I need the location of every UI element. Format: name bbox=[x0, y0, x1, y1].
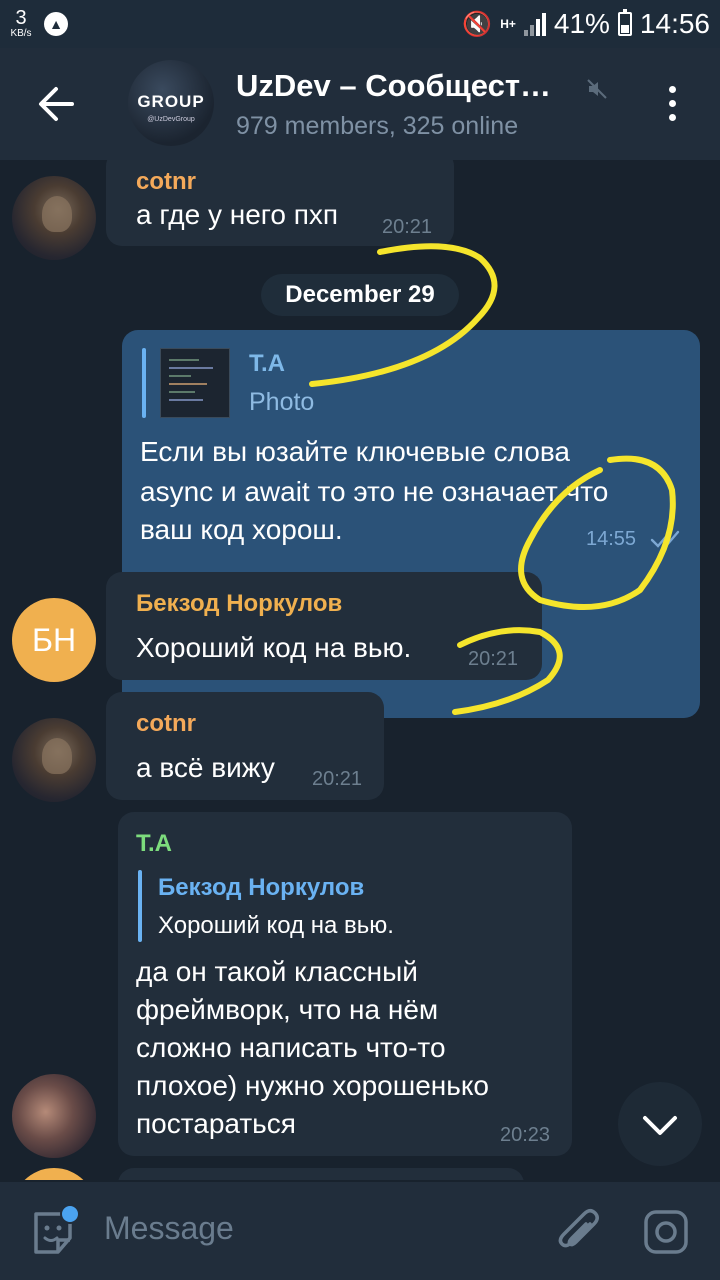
message-bubble[interactable]: T.A Бекзод Норкулов Хороший код на вью. … bbox=[118, 812, 572, 1156]
avatar[interactable]: БН bbox=[12, 598, 96, 682]
dot-icon bbox=[669, 100, 676, 107]
sender-name[interactable]: cotnr bbox=[136, 710, 196, 738]
avatar[interactable] bbox=[12, 176, 96, 260]
paperclip-icon bbox=[558, 1209, 599, 1248]
message-text-line: плохое) нужно хорошенько bbox=[136, 1070, 489, 1101]
signal-icon bbox=[523, 12, 546, 36]
message-bubble[interactable]: Бекзод Норкулов Хороший код на вью. 20:2… bbox=[106, 572, 542, 680]
message-text: Хороший код на вью. bbox=[136, 632, 412, 663]
notification-dot bbox=[60, 1204, 80, 1224]
clock: 14:56 bbox=[639, 8, 710, 39]
dot-icon bbox=[669, 86, 676, 93]
message-input[interactable]: Message bbox=[104, 1210, 234, 1247]
more-menu-button[interactable] bbox=[652, 82, 692, 126]
message-time: 20:21 bbox=[382, 216, 433, 238]
photo-thumbnail[interactable] bbox=[160, 348, 230, 418]
camera-button[interactable] bbox=[640, 1206, 692, 1258]
message-text-line: Если вы юзайте ключевые слова bbox=[140, 436, 570, 467]
chat-title[interactable]: UzDev – Сообщест… bbox=[236, 68, 551, 104]
reply-author: Бекзод Норкулов bbox=[158, 874, 365, 901]
message-text-line: постараться bbox=[136, 1108, 296, 1139]
reply-preview: Хороший код на вью. bbox=[158, 912, 394, 939]
avatar[interactable] bbox=[12, 718, 96, 802]
avatar[interactable] bbox=[12, 1074, 96, 1158]
message-time: 20:21 bbox=[468, 648, 519, 670]
group-avatar[interactable]: GROUP @UzDevGroup bbox=[128, 60, 214, 146]
network-type-label: H+ bbox=[500, 17, 516, 31]
muted-icon bbox=[587, 79, 607, 99]
reply-preview: Photo bbox=[249, 388, 315, 416]
network-speed: 3 KB/s bbox=[10, 7, 32, 39]
dot-icon bbox=[669, 114, 676, 121]
reply-accent-bar bbox=[142, 348, 146, 418]
message-text-line: ваш код хорош. bbox=[140, 514, 343, 545]
chat-header: GROUP @UzDevGroup UzDev – Сообщест… 979 … bbox=[0, 48, 720, 160]
avatar[interactable] bbox=[12, 1168, 96, 1180]
camera-icon bbox=[644, 1210, 688, 1254]
chevron-down-icon bbox=[643, 1116, 677, 1135]
message-time: 20:23 bbox=[500, 1124, 551, 1146]
reply-accent-bar bbox=[138, 870, 142, 942]
message-text-line: async и await то это не означает что bbox=[140, 476, 609, 507]
message-bubble[interactable] bbox=[118, 1168, 524, 1180]
composer-bar: Message bbox=[0, 1182, 720, 1280]
message-list[interactable]: cotnr а где у него пхп 20:21 December 29… bbox=[0, 160, 720, 1180]
reply-author: T.A bbox=[249, 350, 285, 377]
message-text-line: да он такой классный bbox=[136, 956, 418, 987]
sender-name[interactable]: cotnr bbox=[136, 168, 196, 196]
battery-percent: 41% bbox=[553, 8, 610, 39]
vibrate-mute-icon: 🔇 bbox=[462, 10, 493, 38]
message-time: 14:55 bbox=[586, 528, 637, 550]
notification-icon: ▲ bbox=[44, 12, 68, 36]
status-bar: 3 KB/s ▲ 🔇 H+ 41% 14:56 bbox=[0, 0, 720, 48]
message-text: а всё вижу bbox=[136, 752, 275, 783]
message-time: 20:21 bbox=[312, 768, 363, 790]
message-bubble[interactable]: cotnr а всё вижу 20:21 bbox=[106, 692, 384, 800]
sender-name[interactable]: Бекзод Норкулов bbox=[136, 590, 342, 618]
date-separator: December 29 bbox=[261, 274, 459, 316]
attach-button[interactable] bbox=[554, 1206, 604, 1258]
double-check-icon bbox=[650, 530, 680, 548]
member-count: 979 members, 325 online bbox=[236, 112, 519, 140]
battery-icon bbox=[617, 9, 632, 36]
message-bubble[interactable]: cotnr а где у него пхп 20:21 bbox=[106, 160, 454, 246]
message-text-line: сложно написать что-то bbox=[136, 1032, 446, 1063]
arrow-left-icon bbox=[39, 87, 74, 121]
sender-name[interactable]: T.A bbox=[136, 830, 172, 858]
scroll-down-button[interactable] bbox=[618, 1082, 702, 1166]
back-button[interactable] bbox=[28, 76, 84, 132]
message-text: а где у него пхп bbox=[136, 199, 339, 230]
message-text-line: фреймворк, что на нём bbox=[136, 994, 439, 1025]
